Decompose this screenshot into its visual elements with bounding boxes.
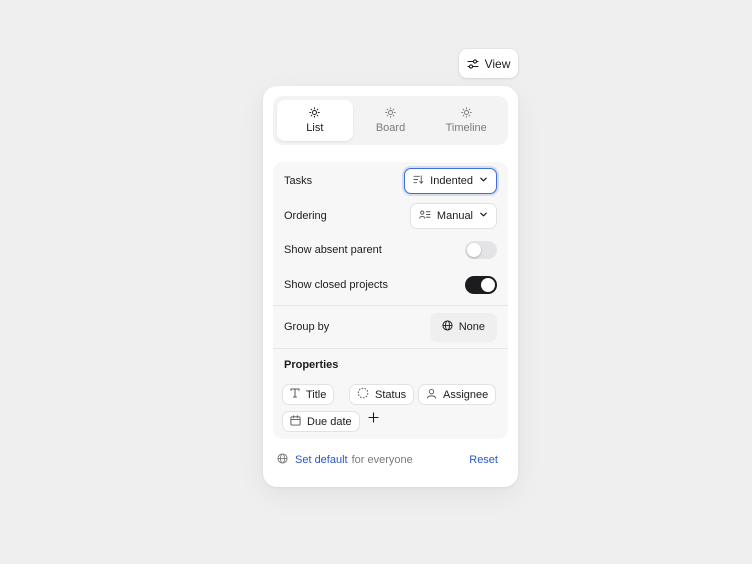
divider bbox=[273, 348, 508, 349]
set-default-suffix: for everyone bbox=[351, 454, 413, 466]
ordering-label: Ordering bbox=[284, 210, 327, 222]
property-chip-title[interactable]: Title bbox=[282, 384, 335, 405]
tasks-select[interactable]: Indented bbox=[404, 168, 497, 194]
divider bbox=[273, 305, 508, 306]
reset-button[interactable]: Reset bbox=[469, 454, 498, 466]
tab-list-label: List bbox=[306, 122, 324, 134]
group-by-value: None bbox=[458, 321, 485, 333]
calendar-icon bbox=[290, 414, 301, 429]
toggle-knob bbox=[481, 278, 495, 292]
show-absent-parent-row: Show absent parent bbox=[273, 233, 508, 267]
sun-icon bbox=[309, 107, 321, 118]
chevron-down-icon bbox=[479, 210, 488, 222]
show-closed-projects-row: Show closed projects bbox=[273, 268, 508, 302]
user-icon bbox=[426, 388, 437, 402]
show-closed-projects-label: Show closed projects bbox=[284, 279, 388, 291]
property-chip-status[interactable]: Status bbox=[349, 384, 415, 405]
view-button-label: View bbox=[484, 56, 511, 71]
group-by-row: Group by None bbox=[273, 310, 508, 344]
ordering-select[interactable]: Manual bbox=[409, 203, 497, 229]
tab-list[interactable]: List bbox=[277, 100, 353, 141]
footer: Set default for everyone Reset bbox=[277, 450, 504, 470]
text-icon bbox=[290, 388, 300, 401]
ordering-row: Ordering Manual bbox=[273, 199, 508, 233]
sort-indent-icon bbox=[413, 174, 424, 188]
properties-title: Properties bbox=[284, 359, 339, 371]
view-button[interactable]: View bbox=[459, 49, 518, 78]
globe-icon bbox=[277, 453, 288, 467]
group-by-select[interactable]: None bbox=[429, 312, 497, 342]
chevron-down-icon bbox=[479, 175, 488, 187]
sliders-icon bbox=[467, 58, 479, 70]
ordering-value: Manual bbox=[436, 210, 473, 222]
show-closed-projects-toggle[interactable] bbox=[465, 276, 497, 294]
sun-icon bbox=[460, 107, 472, 118]
tab-timeline[interactable]: Timeline bbox=[428, 100, 504, 141]
globe-icon bbox=[442, 320, 453, 334]
property-chip-label: Title bbox=[306, 388, 327, 401]
sun-icon bbox=[385, 107, 396, 118]
property-chip-assignee[interactable]: Assignee bbox=[418, 384, 497, 405]
settings-card: Tasks Indented Ordering Manual Show abse… bbox=[273, 162, 508, 439]
plus-icon bbox=[367, 410, 379, 428]
toggle-knob bbox=[467, 243, 481, 257]
tab-board-label: Board bbox=[375, 122, 406, 134]
person-list-icon bbox=[419, 209, 431, 223]
layout-tabs: List Board Timeline bbox=[273, 96, 508, 145]
add-property-button[interactable] bbox=[364, 410, 382, 428]
property-chip-label: Assignee bbox=[443, 388, 489, 401]
tab-timeline-label: Timeline bbox=[445, 122, 487, 134]
set-default-link[interactable]: Set default bbox=[295, 454, 348, 466]
property-chip-due-date[interactable]: Due date bbox=[282, 411, 360, 432]
view-options-panel: List Board Timeline Tasks Indented Order… bbox=[263, 86, 518, 487]
property-chip-label: Due date bbox=[307, 415, 352, 428]
tasks-value: Indented bbox=[430, 175, 473, 187]
tab-board[interactable]: Board bbox=[353, 100, 429, 141]
tasks-label: Tasks bbox=[284, 175, 313, 187]
dashed-circle-icon bbox=[357, 387, 369, 402]
tasks-row: Tasks Indented bbox=[273, 164, 508, 198]
show-absent-parent-toggle[interactable] bbox=[465, 241, 497, 259]
show-absent-parent-label: Show absent parent bbox=[284, 244, 382, 256]
property-chip-label: Status bbox=[375, 388, 407, 401]
group-by-label: Group by bbox=[284, 321, 330, 333]
